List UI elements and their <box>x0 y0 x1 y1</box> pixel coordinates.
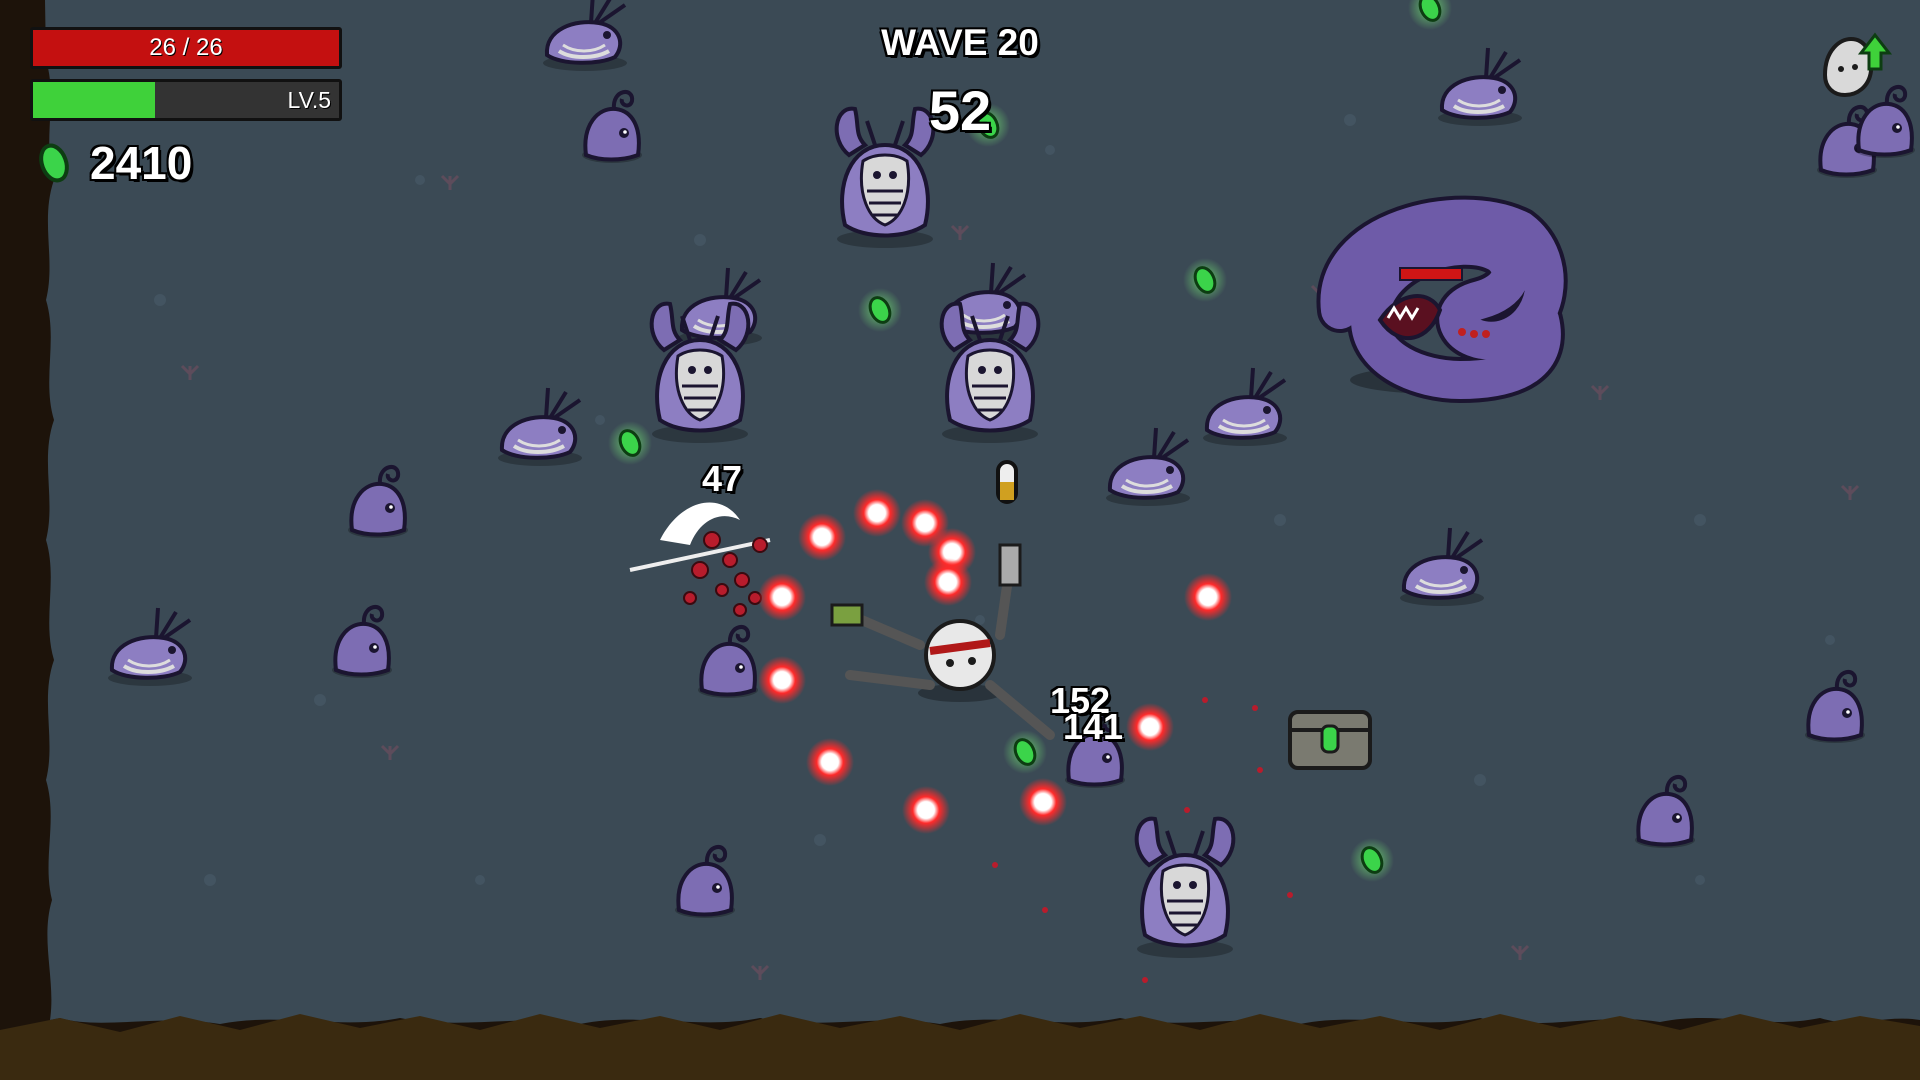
game-screen: 26 / 26 LV.5 2410 WAVE 20 52 47 152 141 <box>0 0 1920 1080</box>
level-text: LV.5 <box>287 86 332 113</box>
damage-number: 141 <box>1063 706 1124 747</box>
loot-chest <box>1288 710 1372 770</box>
enemy-projectile <box>924 558 972 606</box>
health-bar: 26 / 26 <box>30 27 342 69</box>
health-text: 26 / 26 <box>149 34 223 61</box>
arena-bottom-edge <box>0 1014 1920 1080</box>
boss-eel <box>1316 195 1568 404</box>
material-drop <box>606 419 654 467</box>
material-drop <box>1181 256 1229 304</box>
enemy-projectile <box>1184 573 1232 621</box>
enemy-projectile <box>806 738 854 786</box>
materials-count: 2410 <box>90 137 193 189</box>
experience-fill <box>33 82 156 118</box>
wave-label: WAVE 20 <box>881 22 1039 63</box>
enemy-projectile <box>758 573 806 621</box>
boss-health-bar <box>1399 267 1463 281</box>
enemy-projectile <box>853 489 901 537</box>
arena <box>0 0 1920 1080</box>
wave-timer: 52 <box>928 79 992 142</box>
enemy-projectile <box>902 786 950 834</box>
material-drop <box>856 286 904 334</box>
level-up-icon <box>1822 32 1893 98</box>
enemy-projectile <box>1126 703 1174 751</box>
enemy-projectile <box>1019 778 1067 826</box>
materials-counter: 2410 <box>36 136 192 190</box>
material-drop <box>1001 728 1049 776</box>
experience-bar: LV.5 <box>30 79 342 121</box>
enemy-projectile <box>798 513 846 561</box>
material-icon <box>39 143 69 183</box>
arena-floor <box>45 0 1920 1024</box>
material-drop <box>1348 836 1396 884</box>
damage-number: 47 <box>702 458 743 499</box>
enemy-projectile <box>758 656 806 704</box>
